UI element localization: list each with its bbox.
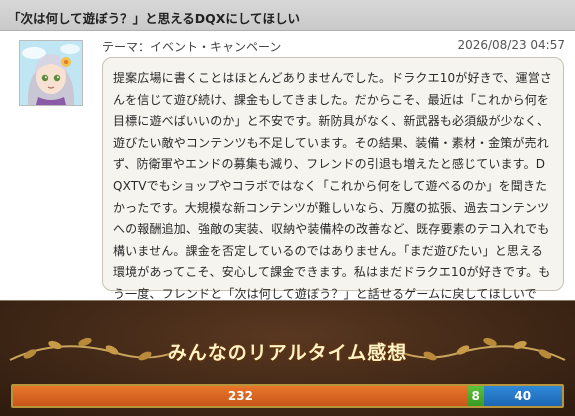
post-panel: 「次は何して遊ぼう？」と思えるDQXにしてほしい テーマ：イベント・キャンペーン… (0, 0, 575, 323)
theme-label: テーマ：イベント・キャンペーン (102, 40, 282, 54)
vote-segment-green: 8 (467, 386, 484, 406)
post-timestamp: 2026/08/23 04:57 (457, 38, 565, 52)
vote-segment-orange: 232 (13, 386, 468, 406)
avatar[interactable] (19, 40, 83, 106)
vote-count: 232 (227, 389, 253, 403)
vote-count: 8 (471, 389, 480, 403)
comment-bubble: 提案広場に書くことはほとんどありませんでした。ドラクエ10が好きで、運営さんを信… (102, 57, 564, 323)
vote-segment-blue: 40 (483, 386, 562, 406)
vote-bar: 232 8 40 (11, 384, 564, 408)
vote-count: 40 (514, 389, 532, 403)
page-title: 「次は何して遊ぼう？」と思えるDQXにしてほしい (8, 11, 301, 26)
character-avatar-icon (20, 41, 82, 105)
title-bar: 「次は何して遊ぼう？」と思えるDQXにしてほしい (0, 0, 575, 31)
comment-body: 提案広場に書くことはほとんどありませんでした。ドラクエ10が好きで、運営さんを信… (113, 71, 553, 323)
realtime-heading: みんなのリアルタイム感想 (167, 342, 408, 364)
